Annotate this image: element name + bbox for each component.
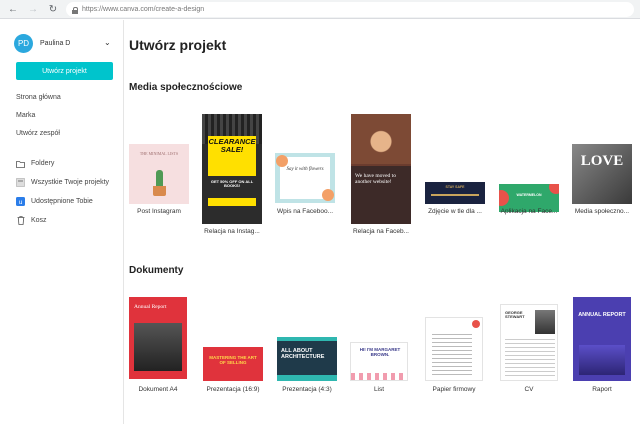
browser-toolbar: ← → ↻ https://www.canva.com/create-a-des… — [0, 0, 640, 19]
template-thumb-presentation-16-9[interactable]: MASTERING THE ART OF SELLING — [203, 347, 263, 381]
template-label[interactable]: Post Instagram — [124, 208, 194, 215]
template-thumb-report[interactable]: ANNUAL REPORT — [573, 297, 631, 381]
template-thumb-letter[interactable]: HI! I'M MARGARET BROWN. — [350, 342, 408, 381]
thumb-text: LOVE — [580, 153, 624, 169]
sidebar-item-label: Udostępnione Tobie — [31, 198, 93, 205]
sidebar-item-brand[interactable]: Marka — [16, 112, 35, 119]
template-label[interactable]: Raport — [567, 386, 637, 393]
sidebar: PD Paulina D ⌄ Utwórz projekt Strona głó… — [0, 20, 124, 424]
template-thumb-instagram-story[interactable]: CLEARANCE SALE! GET 50% OFF ON ALL BOOKS… — [202, 114, 262, 224]
thumb-text: Annual Report — [134, 304, 167, 310]
thumb-text: ANNUAL REPORT — [578, 312, 626, 318]
thumb-text: THE MINIMAL LISTS — [139, 151, 179, 156]
template-label[interactable]: Aplikacja na Face... — [494, 208, 564, 215]
template-label[interactable]: Zdjęcie w tle dla ... — [420, 208, 490, 215]
template-thumb-facebook-story[interactable]: We have moved to another website! — [351, 114, 411, 224]
lock-icon — [72, 6, 78, 14]
forward-arrow-icon[interactable]: → — [26, 2, 40, 16]
template-label[interactable]: Relacja na Instag... — [197, 228, 267, 235]
section-heading-social: Media społecznościowe — [129, 82, 243, 93]
thumb-text: MASTERING THE ART OF SELLING — [209, 355, 257, 365]
shared-icon: u — [16, 197, 25, 206]
sidebar-item-label: Kosz — [31, 217, 47, 224]
template-thumb-facebook-post[interactable]: Say it with flowers — [275, 153, 335, 203]
projects-icon — [16, 178, 25, 187]
sidebar-item-label: Foldery — [31, 160, 55, 167]
chevron-down-icon[interactable]: ⌄ — [104, 38, 111, 47]
thumb-text: We have moved to another website! — [355, 173, 396, 185]
thumb-text: GEORGE STEWART — [505, 310, 525, 320]
pot-shape — [153, 186, 166, 196]
template-label[interactable]: Prezentacja (4:3) — [270, 386, 344, 393]
section-heading-documents: Dokumenty — [129, 265, 184, 276]
user-name[interactable]: Paulina D — [40, 40, 70, 47]
template-label[interactable]: List — [344, 386, 414, 393]
sidebar-item-create-team[interactable]: Utwórz zespół — [16, 130, 60, 137]
template-thumb-cv[interactable]: GEORGE STEWART — [500, 304, 558, 381]
back-arrow-icon[interactable]: ← — [6, 2, 20, 16]
sidebar-item-all-projects[interactable]: Wszystkie Twoje projekty — [16, 178, 109, 187]
template-thumb-letterhead[interactable] — [425, 317, 483, 381]
template-label[interactable]: Papier firmowy — [419, 386, 489, 393]
trash-icon — [16, 216, 25, 225]
thumb-text: STAY SAFE — [445, 185, 465, 189]
svg-text:u: u — [19, 199, 23, 206]
url-text: https://www.canva.com/create-a-design — [82, 6, 205, 13]
sidebar-item-home[interactable]: Strona główna — [16, 94, 61, 101]
template-thumb-a4-document[interactable]: Annual Report — [129, 297, 187, 379]
template-thumb-social-media[interactable]: LOVE — [572, 144, 632, 204]
thumb-text: CLEARANCE SALE! — [208, 137, 256, 154]
template-thumb-instagram-post[interactable]: THE MINIMAL LISTS — [129, 144, 189, 204]
sidebar-item-trash[interactable]: Kosz — [16, 216, 47, 225]
template-label[interactable]: Dokument A4 — [124, 386, 192, 393]
avatar[interactable]: PD — [14, 34, 33, 53]
cactus-shape — [156, 170, 163, 186]
main-content: Utwórz projekt Media społecznościowe THE… — [124, 20, 640, 424]
sidebar-item-folders[interactable]: Foldery — [16, 159, 54, 168]
thumb-text: Say it with flowers — [286, 167, 324, 172]
thumb-text: WATERMELON — [516, 193, 542, 197]
template-label[interactable]: CV — [494, 386, 564, 393]
sidebar-item-label: Wszystkie Twoje projekty — [31, 179, 110, 186]
reload-icon[interactable]: ↻ — [46, 2, 60, 16]
sidebar-item-shared[interactable]: u Udostępnione Tobie — [16, 197, 93, 206]
thumb-text: HI! I'M MARGARET BROWN. — [359, 347, 401, 357]
user-menu[interactable]: PD Paulina D — [14, 34, 70, 53]
folder-icon — [16, 159, 25, 168]
template-label[interactable]: Prezentacja (16:9) — [196, 386, 270, 393]
template-thumb-facebook-cover[interactable]: STAY SAFE — [425, 182, 485, 204]
thumb-text: ALL ABOUT ARCHITECTURE — [281, 348, 325, 360]
thumb-subtext: GET 50% OFF ON ALL BOOKS! — [210, 179, 254, 189]
template-label[interactable]: Relacja na Faceb... — [346, 228, 416, 235]
template-label[interactable]: Media społeczno... — [567, 208, 637, 215]
page-title: Utwórz projekt — [129, 37, 227, 53]
address-bar[interactable]: https://www.canva.com/create-a-design — [66, 2, 634, 17]
template-thumb-presentation-4-3[interactable]: ALL ABOUT ARCHITECTURE — [277, 337, 337, 381]
template-label[interactable]: Wpis na Faceboo... — [270, 208, 340, 215]
create-design-button[interactable]: Utwórz projekt — [16, 62, 113, 80]
